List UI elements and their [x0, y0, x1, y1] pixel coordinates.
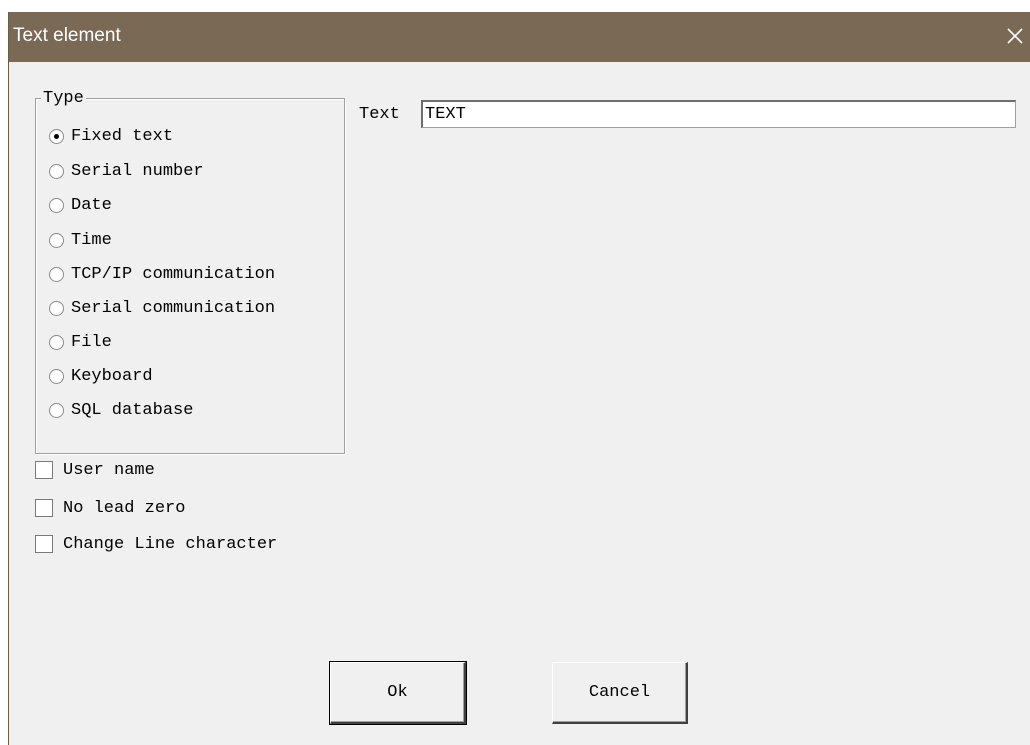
radio-label: TCP/IP communication	[71, 264, 276, 284]
radio-button-selected[interactable]	[49, 128, 64, 144]
radio-button[interactable]	[49, 232, 64, 248]
radio-button[interactable]	[49, 402, 64, 418]
radio-button[interactable]	[49, 163, 64, 179]
radio-sql-database[interactable]: SQL database	[49, 398, 193, 422]
radio-label: Fixed text	[71, 126, 174, 146]
cancel-button[interactable]: Cancel	[552, 662, 688, 724]
type-group-label: Type	[41, 89, 86, 108]
checkbox-user-name[interactable]: User name	[35, 458, 155, 482]
window-title: Text element	[13, 25, 121, 46]
radio-label: Serial number	[71, 161, 204, 181]
radio-label: Time	[71, 230, 112, 250]
radio-file[interactable]: File	[49, 330, 112, 354]
radio-button[interactable]	[49, 334, 64, 350]
text-input[interactable]	[421, 100, 1016, 128]
radio-button[interactable]	[49, 197, 64, 213]
radio-fixed-text[interactable]: Fixed text	[49, 124, 173, 148]
radio-button[interactable]	[49, 266, 64, 282]
close-icon	[1007, 28, 1023, 44]
close-button[interactable]	[1001, 22, 1029, 50]
radio-label: Keyboard	[71, 366, 153, 386]
checkbox-label: No lead zero	[63, 498, 186, 518]
radio-label: File	[71, 332, 112, 352]
checkbox-change-line-character[interactable]: Change Line character	[35, 532, 277, 556]
radio-tcp-ip-communication[interactable]: TCP/IP communication	[49, 262, 275, 286]
checkbox-label: User name	[63, 460, 155, 480]
radio-time[interactable]: Time	[49, 228, 112, 252]
text-element-dialog: Text element Type Fixed text Serial numb…	[8, 12, 1030, 745]
radio-label: Date	[71, 195, 112, 215]
radio-button[interactable]	[49, 368, 64, 384]
checkbox-no-lead-zero[interactable]: No lead zero	[35, 496, 185, 520]
radio-serial-communication[interactable]: Serial communication	[49, 296, 275, 320]
text-field-label: Text	[359, 105, 400, 124]
checkbox[interactable]	[35, 499, 53, 517]
radio-keyboard[interactable]: Keyboard	[49, 364, 153, 388]
radio-serial-number[interactable]: Serial number	[49, 159, 204, 183]
title-bar[interactable]: Text element	[9, 12, 1030, 62]
ok-button[interactable]: Ok	[329, 661, 467, 725]
radio-label: SQL database	[71, 400, 194, 420]
radio-label: Serial communication	[71, 298, 276, 318]
checkbox-label: Change Line character	[63, 534, 278, 554]
radio-button[interactable]	[49, 300, 64, 316]
checkbox[interactable]	[35, 535, 53, 553]
radio-date[interactable]: Date	[49, 193, 112, 217]
checkbox[interactable]	[35, 461, 53, 479]
